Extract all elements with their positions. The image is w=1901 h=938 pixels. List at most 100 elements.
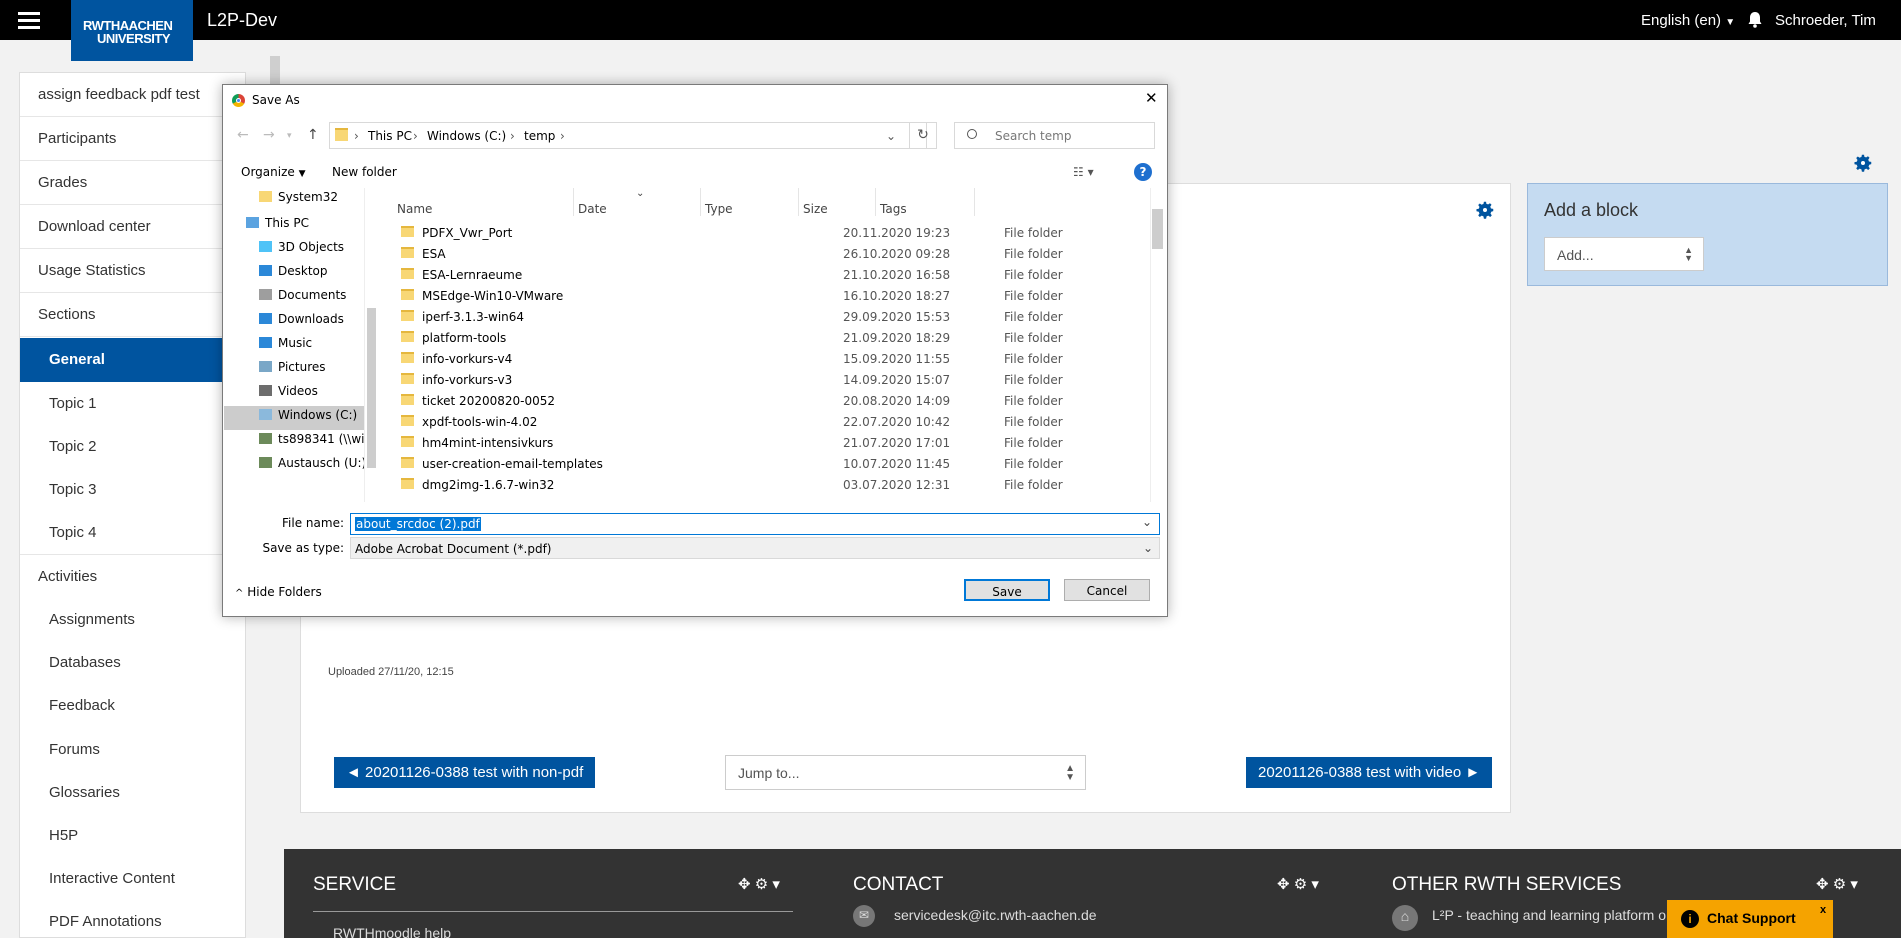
file-name-input[interactable]: about_srcdoc (2).pdf ⌄ xyxy=(350,513,1160,535)
tree-item-this-pc[interactable]: This PC xyxy=(246,216,309,240)
activity-settings-gear-icon[interactable] xyxy=(1474,199,1496,221)
refresh-icon[interactable]: ↻ xyxy=(909,122,937,149)
tree-item-pictures[interactable]: Pictures xyxy=(259,360,326,384)
footer-contact-email[interactable]: servicedesk@itc.rwth-aachen.de xyxy=(894,907,1097,923)
tree-label: Austausch (U:) xyxy=(278,456,364,470)
file-row[interactable]: platform-tools 21.09.2020 18:29 File folde… xyxy=(380,328,1063,349)
column-name[interactable]: Name xyxy=(397,202,432,216)
menu-icon[interactable] xyxy=(18,12,40,30)
column-date[interactable]: Date xyxy=(578,202,607,216)
tree-item-desktop[interactable]: Desktop xyxy=(259,264,328,288)
nav-feedback[interactable]: Feedback xyxy=(20,684,247,728)
nav-download-center[interactable]: Download center xyxy=(20,205,247,249)
footer-block-controls[interactable]: ✥ ⚙ ▾ xyxy=(738,875,780,893)
chat-close-button[interactable]: x xyxy=(1820,904,1826,916)
nav-h5p[interactable]: H5P xyxy=(20,814,247,858)
footer-help-link[interactable]: RWTHmoodle help xyxy=(333,925,451,938)
file-row[interactable]: ESA-Lernraeume 21.10.2020 16:58 File folde… xyxy=(380,265,1063,286)
nav-participants[interactable]: Participants xyxy=(20,117,247,161)
nav-topic-4[interactable]: Topic 4 xyxy=(20,511,247,555)
footer-block-controls[interactable]: ✥ ⚙ ▾ xyxy=(1816,875,1858,893)
organize-menu[interactable]: Organize ▼ xyxy=(241,165,306,179)
nav-forums[interactable]: Forums xyxy=(20,728,247,772)
file-row[interactable]: xpdf-tools-win-4.02 22.07.2020 10:42 File … xyxy=(380,412,1063,433)
page-settings-gear-icon[interactable] xyxy=(1852,152,1874,174)
column-size[interactable]: Size xyxy=(803,202,828,216)
jump-to-select[interactable]: Jump to... ▲ ▼ xyxy=(725,755,1086,790)
file-row[interactable]: ticket 20200820-0052 20.08.2020 14:09 File… xyxy=(380,391,1063,412)
up-arrow-icon[interactable]: ↑ xyxy=(307,127,319,143)
file-row[interactable]: ESA 26.10.2020 09:28 File folder xyxy=(380,244,1063,265)
tree-item-system32[interactable]: System32 xyxy=(259,190,338,214)
nav-label: Databases xyxy=(49,654,121,671)
footer-other-link[interactable]: L²P - teaching and learning platform o xyxy=(1432,907,1666,923)
nav-glossaries[interactable]: Glossaries xyxy=(20,771,247,815)
tree-item-austausch[interactable]: Austausch (U:) xyxy=(259,456,364,480)
nav-activities[interactable]: Activities xyxy=(20,555,247,599)
forward-arrow-icon[interactable]: → xyxy=(263,127,275,143)
breadcrumb-temp[interactable]: temp xyxy=(524,129,555,143)
new-folder-button[interactable]: New folder xyxy=(332,165,397,179)
language-menu[interactable]: English (en) ▼ xyxy=(1641,12,1735,29)
tree-scrollbar-thumb[interactable] xyxy=(367,308,376,468)
user-menu[interactable]: Schroeder, Tim xyxy=(1775,12,1876,29)
help-icon[interactable]: ? xyxy=(1134,163,1152,181)
rwth-logo[interactable]: RWTHAACHEN UNIVERSITY xyxy=(71,0,193,61)
tree-item-documents[interactable]: Documents xyxy=(259,288,346,312)
breadcrumb-this-pc[interactable]: This PC xyxy=(368,129,412,143)
cube-icon xyxy=(259,241,272,252)
file-row[interactable]: info-vorkurs-v4 15.09.2020 11:55 File fold… xyxy=(380,349,1063,370)
previous-activity-button[interactable]: ◄ 20201126-0388 test with non-pdf xyxy=(334,757,596,788)
file-list-scrollbar-thumb[interactable] xyxy=(1152,209,1163,249)
recent-chevron-icon[interactable]: ▾ xyxy=(287,131,292,141)
nav-assignments[interactable]: Assignments xyxy=(20,598,247,642)
caret-down-icon: ▼ xyxy=(298,169,306,179)
tree-item-windows-c[interactable]: Windows (C:) xyxy=(224,406,364,430)
site-name[interactable]: L2P-Dev xyxy=(207,10,277,31)
tree-item-videos[interactable]: Videos xyxy=(259,384,318,408)
change-view-icon[interactable]: ☷ ▾ xyxy=(1073,165,1094,179)
nav-databases[interactable]: Databases xyxy=(20,641,247,685)
save-button[interactable]: Save xyxy=(964,579,1050,601)
nav-section-general[interactable]: General xyxy=(20,338,247,382)
add-block-select[interactable]: Add... ▲ ▼ xyxy=(1544,237,1704,271)
file-name-dropdown-icon[interactable]: ⌄ xyxy=(1141,515,1153,529)
nav-topic-3[interactable]: Topic 3 xyxy=(20,468,247,512)
nav-usage-statistics[interactable]: Usage Statistics xyxy=(20,249,247,293)
nav-course-name[interactable]: assign feedback pdf test xyxy=(20,73,247,117)
hide-folders-toggle[interactable]: ^ Hide Folders xyxy=(235,585,322,599)
file-row[interactable]: hm4mint-intensivkurs 21.07.2020 17:01 File… xyxy=(380,433,1063,454)
nav-topic-1[interactable]: Topic 1 xyxy=(20,382,247,426)
file-row[interactable]: user-creation-email-templates 10.07.2020 … xyxy=(380,454,1063,475)
tree-item-music[interactable]: Music xyxy=(259,336,312,360)
footer-block-controls[interactable]: ✥ ⚙ ▾ xyxy=(1277,875,1319,893)
nav-pdf-annotations[interactable]: PDF Annotations xyxy=(20,900,247,938)
chat-support-button[interactable]: i Chat Support x xyxy=(1667,900,1833,938)
footer-service-title: SERVICE xyxy=(313,874,397,895)
search-input[interactable]: Search temp xyxy=(954,122,1155,149)
address-dropdown-icon[interactable]: ⌄ xyxy=(886,129,896,143)
nav-interactive-content[interactable]: Interactive Content xyxy=(20,857,247,901)
nav-grades[interactable]: Grades xyxy=(20,161,247,205)
tree-item-downloads[interactable]: Downloads xyxy=(259,312,344,336)
cancel-button[interactable]: Cancel xyxy=(1064,579,1150,601)
nav-topic-2[interactable]: Topic 2 xyxy=(20,425,247,469)
file-row[interactable]: MSEdge-Win10-VMware 16.10.2020 18:27 File … xyxy=(380,286,1063,307)
dialog-close-button[interactable]: ✕ xyxy=(1145,89,1158,107)
back-arrow-icon[interactable]: ← xyxy=(237,127,249,143)
breadcrumb-windows-c[interactable]: Windows (C:) xyxy=(427,129,506,143)
tree-item-3d-objects[interactable]: 3D Objects xyxy=(259,240,344,264)
file-row[interactable]: info-vorkurs-v3 14.09.2020 15:07 File fold… xyxy=(380,370,1063,391)
column-tags[interactable]: Tags xyxy=(880,202,907,216)
file-row[interactable]: PDFX_Vwr_Port 20.11.2020 19:23 File folder xyxy=(380,223,1063,244)
next-activity-button[interactable]: 20201126-0388 test with video ► xyxy=(1246,757,1493,788)
column-type[interactable]: Type xyxy=(705,202,733,216)
save-type-select[interactable]: Adobe Acrobat Document (*.pdf) ⌄ xyxy=(350,537,1160,559)
file-row[interactable]: dmg2img-1.6.7-win32 03.07.2020 12:31 File … xyxy=(380,475,1063,496)
file-row[interactable]: iperf-3.1.3-win64 29.09.2020 15:53 File fo… xyxy=(380,307,1063,328)
tree-scrollbar[interactable] xyxy=(364,188,377,502)
nav-sections[interactable]: Sections xyxy=(20,293,247,337)
tree-item-network-drive[interactable]: ts898341 (\\win.r xyxy=(259,432,364,456)
bell-icon[interactable] xyxy=(1747,11,1763,28)
address-bar[interactable]: › This PC › Windows (C:) › temp › ⌄ xyxy=(329,122,927,149)
